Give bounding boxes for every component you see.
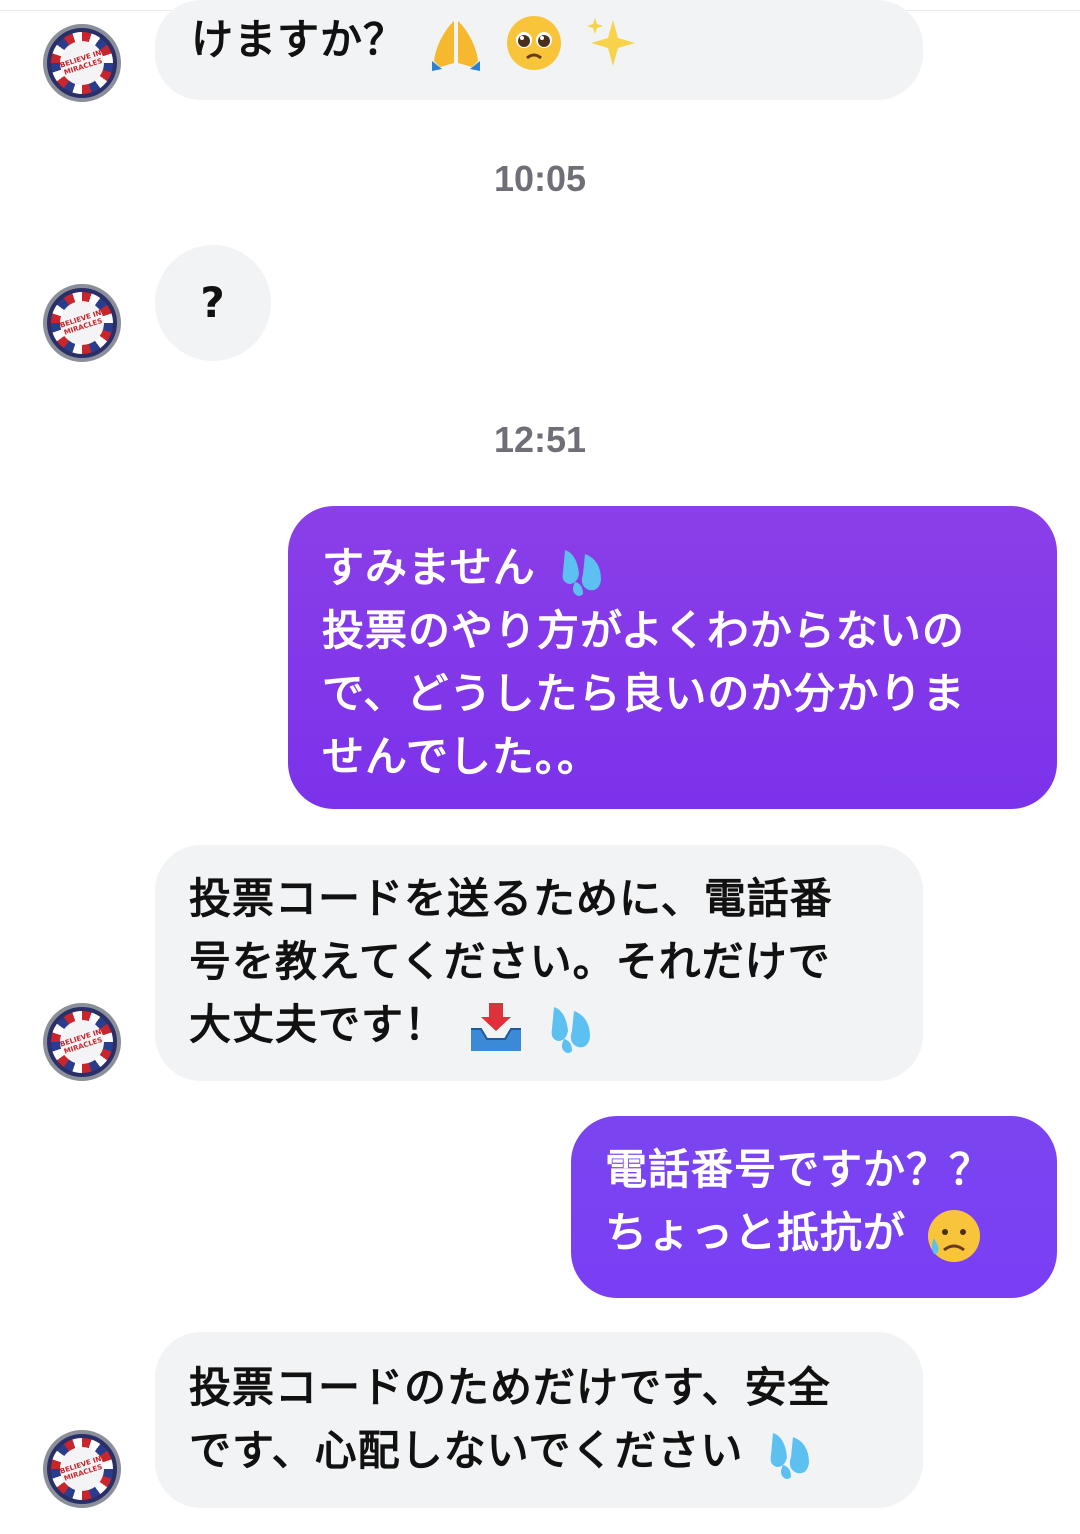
inbox-tray-icon xyxy=(467,999,525,1057)
message-line: けますか？ xyxy=(191,8,887,73)
sparkles-icon xyxy=(583,14,641,72)
avatar-ring: BELIEVE IN MIRACLES xyxy=(51,1438,113,1500)
sweat-droplets-icon xyxy=(555,544,609,598)
avatar[interactable]: BELIEVE IN MIRACLES xyxy=(43,1003,121,1081)
message-text: ちょっと抵抗が xyxy=(605,1208,907,1257)
avatar-text: BELIEVE IN MIRACLES xyxy=(59,48,104,77)
timestamp: 10:05 xyxy=(493,158,587,199)
sad-relieved-face-icon xyxy=(926,1208,982,1264)
timestamp: 12:51 xyxy=(493,419,587,460)
message-bubble-incoming[interactable]: ? xyxy=(155,245,271,361)
avatar[interactable]: BELIEVE IN MIRACLES xyxy=(43,1430,121,1508)
avatar-inner: BELIEVE IN MIRACLES xyxy=(54,295,110,351)
avatar-text: BELIEVE IN MIRACLES xyxy=(59,308,104,337)
message-bubble-outgoing[interactable]: すみません 投票のやり方がよくわからないの で、どうしたら良いのか分かりま せん… xyxy=(288,506,1057,809)
avatar[interactable]: BELIEVE IN MIRACLES xyxy=(43,24,121,102)
message-line: 投票のやり方がよくわからないの xyxy=(322,606,965,655)
message-line: 大丈夫です！ xyxy=(189,993,923,1057)
avatar-inner: BELIEVE IN MIRACLES xyxy=(54,35,110,91)
message-text: すみません xyxy=(322,543,536,592)
message-text: ? xyxy=(200,278,226,327)
avatar-text: BELIEVE IN MIRACLES xyxy=(59,1454,104,1483)
avatar-ring: BELIEVE IN MIRACLES xyxy=(51,1011,113,1073)
sweat-droplets-icon xyxy=(544,1001,598,1055)
message-text: けますか？ xyxy=(191,15,407,64)
message-text: です、心配しないでください xyxy=(189,1426,744,1475)
avatar[interactable]: BELIEVE IN MIRACLES xyxy=(43,284,121,362)
message-bubble-incoming[interactable]: 投票コードのためだけです、安全 です、心配しないでください xyxy=(155,1332,923,1508)
message-line: ちょっと抵抗が xyxy=(605,1201,1057,1264)
sweat-droplets-icon xyxy=(763,1427,817,1481)
message-line: 投票コードのためだけです、安全 xyxy=(189,1363,831,1412)
avatar-text: BELIEVE IN MIRACLES xyxy=(59,1027,104,1056)
pleading-face-icon xyxy=(505,14,563,72)
message-line: で、どうしたら良いのか分かりま xyxy=(322,669,966,718)
message-line: すみません xyxy=(322,536,1057,599)
message-line: せんでした。。 xyxy=(322,732,600,781)
folded-hands-icon xyxy=(426,13,486,73)
message-line: 号を教えてください。それだけで xyxy=(189,937,831,986)
message-line: 電話番号ですか？？ xyxy=(605,1145,993,1194)
avatar-inner: BELIEVE IN MIRACLES xyxy=(54,1014,110,1070)
message-bubble-incoming[interactable]: 投票コードを送るために、電話番 号を教えてください。それだけで 大丈夫です！ xyxy=(155,845,923,1081)
message-bubble-outgoing[interactable]: 電話番号ですか？？ ちょっと抵抗が xyxy=(571,1116,1057,1298)
avatar-ring: BELIEVE IN MIRACLES xyxy=(51,292,113,354)
message-line: 投票コードを送るために、電話番 xyxy=(189,874,833,923)
message-bubble-incoming[interactable]: けますか？ xyxy=(155,0,923,100)
message-text: 大丈夫です！ xyxy=(189,1000,448,1049)
message-line: です、心配しないでください xyxy=(189,1419,923,1482)
avatar-inner: BELIEVE IN MIRACLES xyxy=(54,1441,110,1497)
avatar-ring: BELIEVE IN MIRACLES xyxy=(51,32,113,94)
